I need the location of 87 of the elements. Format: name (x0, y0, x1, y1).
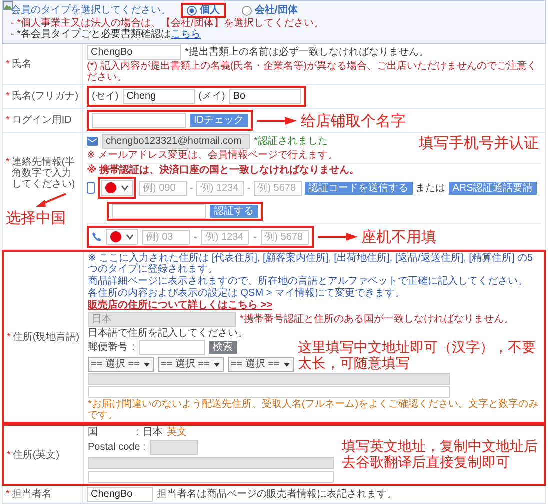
required-mark: * (7, 332, 11, 342)
address-footer-note: *お届け間違いのないよう配送先住所、受取人名(フルネーム)をよくご確認ください。文字と数字のみです。 (88, 399, 540, 421)
annotation-text: 填写英文地址，复制中文地址后去谷歌翻译后直接复制即可 (342, 439, 539, 471)
verified-status: *認証されました (254, 136, 328, 147)
address-detail-field[interactable] (88, 386, 450, 398)
annotation-text: 选择中国 (6, 210, 66, 226)
caret-icon (212, 362, 221, 368)
furigana-field[interactable]: Cheng (122, 89, 195, 104)
required-mark: * (6, 115, 10, 126)
send-code-button[interactable]: 認証コードを送信する (304, 182, 413, 194)
name-note: *提出書類上の名前は必ず一致しなければなりません。 (185, 47, 429, 58)
address-note: 各住所の内容および表示の設定は QSM > マイ情報にて変更できます。 (88, 288, 406, 299)
country-value: 日本 (142, 427, 163, 438)
annotation-text: 填写手机号并认证 (419, 134, 539, 152)
postal-code-field[interactable] (138, 340, 205, 355)
field-label: 氏名 (12, 58, 32, 70)
flag-icon (105, 182, 117, 194)
language-note: 日本語で住所を記入してください。 (88, 328, 249, 339)
field-label: 住所(英文) (12, 450, 60, 460)
postal-label: Postal code : (88, 442, 146, 453)
required-mark: * (6, 58, 10, 70)
country-label: 国 (88, 427, 99, 438)
dash: - (253, 232, 257, 242)
name-warning: (*) 記入内容が提出書類上の名義(氏名・企業名等)が異なる場合、ご出店いただけませんのでご注意ください。 (87, 61, 538, 83)
required-mark: * (7, 450, 11, 460)
member-type-note: - *各会員タイプごと必要書類確認はこちら (11, 29, 202, 40)
flag-icon (110, 231, 122, 243)
dash: - (247, 182, 251, 194)
email-note: ※ メールアドレス変更は、会員情報ページで行えます。 (87, 150, 340, 161)
dash: - (190, 182, 194, 194)
manager-note: 担当者名は商品ページの販売者情報に表記されます。 (157, 489, 397, 500)
separator: : (136, 427, 139, 438)
link[interactable]: こちら (171, 29, 201, 40)
postal-label: 郵便番号 (88, 342, 128, 353)
member-type-note: - *個人事業主又は法人の場合は、【会社/団体】を選択してください。 (11, 18, 325, 29)
phone-icon (92, 232, 102, 242)
field-label: 住所(現地言語) (12, 332, 80, 342)
verify-button[interactable]: 認証する (210, 205, 258, 218)
manager-name-field[interactable]: ChengBo (87, 487, 153, 502)
address-detail-field[interactable] (88, 471, 334, 483)
region-select[interactable]: == 選択 == (158, 357, 224, 372)
country-select[interactable] (106, 229, 138, 245)
address-note: ※ ここに入力された住所は [代表住所], [顧客案内住所], [出荷地住所], [返品/返送住所], [精算住所] の5つのタイプに登録されます。 (88, 253, 534, 275)
name-field[interactable]: ChengBo (87, 45, 181, 60)
radio-button[interactable] (242, 6, 252, 16)
mobile-warning: ※ 携帯認証は、決済口座の国と一致しなければなりません。 (87, 165, 360, 176)
region-select[interactable]: == 選択 == (88, 357, 154, 372)
address-line-field[interactable] (88, 457, 334, 469)
address-line-field[interactable] (88, 373, 450, 385)
annotation-arrow (257, 116, 297, 126)
furigana-field[interactable]: Bo (229, 89, 302, 104)
region-select[interactable]: == 選択 == (228, 357, 294, 372)
or-text: または (416, 182, 446, 194)
annotation-arrow (318, 232, 358, 242)
language-tag: 英文 (166, 427, 187, 438)
field-label: 連絡先情報(半角数字で入力してください) (12, 156, 76, 190)
caret-icon (126, 234, 134, 240)
required-mark: * (6, 489, 10, 500)
verification-code-field[interactable] (112, 204, 206, 219)
search-button[interactable]: 検索 (208, 341, 237, 354)
caret-icon (142, 362, 151, 368)
annotation-text: 这里填写中文地址即可（汉字），不要太长，可随意填写 (298, 340, 537, 372)
id-check-button[interactable]: IDチェック (190, 114, 248, 127)
postal-code-field[interactable] (150, 440, 198, 455)
caret-icon (121, 185, 129, 191)
field-label: 氏名(フリガナ) (12, 91, 79, 102)
separator: : (132, 342, 135, 353)
required-mark: * (6, 156, 10, 170)
required-mark: * (6, 91, 10, 102)
address-info-link[interactable]: 販売店の住所について詳しくはこちら >> (88, 300, 272, 311)
caret-icon (282, 362, 291, 368)
login-id-field[interactable] (92, 113, 186, 128)
radio-option[interactable]: 個人 (181, 3, 226, 18)
mail-icon (87, 137, 98, 146)
address-note: 商品詳細ページに表示されますので、所在地の言語とアルファベットで正確に記入してください。 (88, 276, 529, 287)
furigana-prefix: (セイ) (92, 91, 119, 102)
ars-call-button[interactable]: ARS認証通話要請 (448, 182, 538, 194)
furigana-prefix: (メイ) (198, 91, 226, 102)
country-note: *携帯番号認証と住所のある国が一致しなければなりません。 (240, 314, 514, 325)
mobile-phone-icon (87, 182, 95, 194)
dash: - (194, 232, 198, 242)
annotation-text: 给店铺取个名字 (301, 112, 406, 128)
field-label: ログイン用ID (12, 115, 72, 126)
radio-button[interactable] (187, 6, 197, 16)
field-label: 担当者名 (12, 489, 52, 500)
annotation-text: 座机不用填 (362, 229, 437, 245)
email-field[interactable]: chengbo123321@hotmail.com (102, 134, 250, 149)
